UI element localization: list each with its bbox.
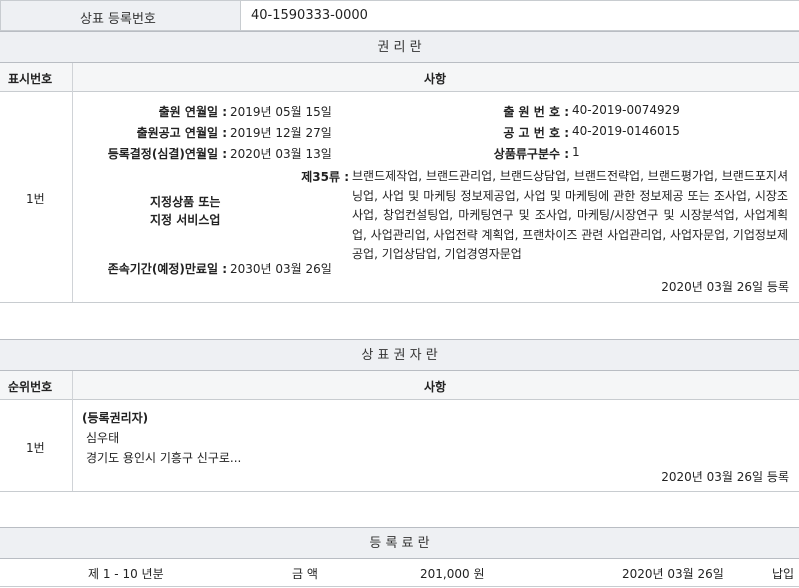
holder-col-item: 사항 <box>424 380 447 394</box>
expiry-date: 2030년 03월 26일 <box>230 262 332 276</box>
rights-col-no: 표시번호 <box>8 72 53 86</box>
rights-bottom-line <box>0 302 799 303</box>
rights-row-number: 1번 <box>26 192 45 206</box>
app-date-label: 출원 연월일 : <box>158 105 227 119</box>
fees-section-title: 등 록 료 란 <box>369 536 430 551</box>
fee-period: 제 1 - 10 년분 <box>88 567 164 581</box>
fee-amount: 201,000 원 <box>420 567 485 581</box>
app-no-label: 출 원 번 호 : <box>503 105 569 119</box>
decision-date: 2020년 03월 13일 <box>230 147 332 161</box>
reg-number-label: 상표 등록번호 <box>80 12 156 27</box>
fee-date: 2020년 03월 26일 <box>622 567 724 581</box>
rights-col-item: 사항 <box>424 72 447 86</box>
reg-number-value: 40-1590333-0000 <box>251 8 368 23</box>
class-count: 1 <box>572 145 580 159</box>
expiry-label: 존속기간(예정)만료일 : <box>107 262 227 276</box>
fees-section-header: 등 록 료 란 <box>0 527 799 559</box>
fee-status: 납입 <box>772 567 795 581</box>
app-date: 2019년 05월 15일 <box>230 105 332 119</box>
holder-address: 경기도 용인시 기흥구 신구로... <box>86 451 242 465</box>
goods-label-line2: 지정 서비스업 <box>150 213 221 227</box>
fee-amount-label: 금 액 <box>292 567 318 581</box>
holder-type: (등록권리자) <box>82 411 149 425</box>
goods-label-line1: 지정상품 또는 <box>150 195 221 209</box>
decision-date-label: 등록결정(심결)연월일 : <box>107 147 227 161</box>
rights-section-title: 권 리 란 <box>377 40 422 55</box>
holder-section-title: 상 표 권 자 란 <box>361 348 438 363</box>
holder-section-header: 상 표 권 자 란 <box>0 339 799 371</box>
holder-col-divider <box>72 371 73 492</box>
goods-label: 지정상품 또는 지정 서비스업 <box>150 193 220 229</box>
pub-no: 40-2019-0146015 <box>572 124 680 138</box>
pub-date: 2019년 12월 27일 <box>230 126 332 140</box>
holder-name: 심우태 <box>86 431 120 445</box>
holder-reg-note: 2020년 03월 26일 등록 <box>661 470 789 484</box>
holder-col-no: 순위번호 <box>8 380 53 394</box>
fees-bottom-line <box>0 586 799 587</box>
holder-col-header <box>0 371 799 400</box>
app-no: 40-2019-0074929 <box>572 103 680 117</box>
rights-col-header <box>0 63 799 92</box>
holder-row-number: 1번 <box>26 441 45 455</box>
pub-no-label: 공 고 번 호 : <box>503 126 569 140</box>
holder-bottom-line <box>0 491 799 492</box>
class-label: 제35류 : <box>301 170 349 184</box>
rights-reg-note: 2020년 03월 26일 등록 <box>661 280 789 294</box>
rights-col-divider <box>72 63 73 303</box>
pub-date-label: 출원공고 연월일 : <box>136 126 227 140</box>
class-count-label: 상품류구분수 : <box>493 147 569 161</box>
rights-section-header: 권 리 란 <box>0 31 799 63</box>
goods-description: 브랜드제작업, 브랜드관리업, 브랜드상담업, 브랜드전략업, 브랜드평가업, … <box>352 169 788 261</box>
